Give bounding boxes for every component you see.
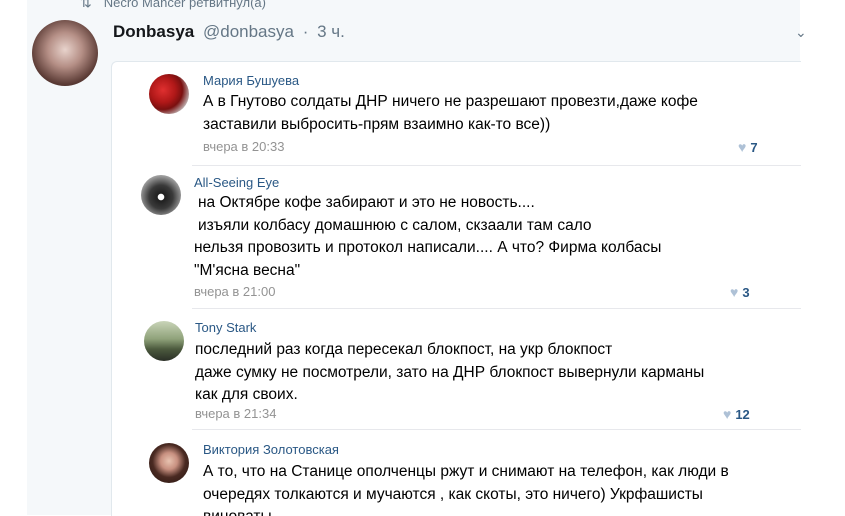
author-avatar[interactable] bbox=[32, 20, 98, 86]
comment-time[interactable]: вчера в 21:00 bbox=[194, 284, 275, 299]
comment-text-line: на Октябре кофе забирают и это не новост… bbox=[198, 194, 535, 211]
like-count: 3 bbox=[742, 285, 750, 300]
header-separator: · bbox=[302, 22, 309, 41]
comment-text-line: нельзя провозить и протокол написали....… bbox=[194, 239, 662, 256]
like-counter[interactable]: ♥ 12 bbox=[723, 406, 750, 422]
comment-text: на Октябре кофе забирают и это не новост… bbox=[194, 192, 661, 282]
comment-avatar[interactable] bbox=[141, 175, 181, 215]
comment-text-line: изъяли колбасу домашнюю с салом, скзаали… bbox=[198, 216, 592, 234]
comment-text: последний раз когда пересекал блокпост, … bbox=[195, 339, 704, 407]
chevron-down-icon[interactable]: ⌄ bbox=[795, 24, 807, 41]
comment-text: А в Гнутово солдаты ДНР ничего не разреш… bbox=[203, 91, 698, 136]
heart-icon: ♥ bbox=[723, 406, 732, 422]
retweet-label: Necro Mancer ретвитнул(а) bbox=[103, 0, 266, 10]
comment-text-line: "М'ясна весна" bbox=[194, 261, 301, 279]
comment-text-line: заставили выбросить-прям взаимно как-то … bbox=[203, 115, 551, 133]
author-name[interactable]: Donbasya bbox=[113, 22, 194, 41]
like-count: 12 bbox=[735, 407, 750, 422]
tweet-time[interactable]: 3 ч. bbox=[317, 22, 345, 41]
comment-text-line: последний раз когда пересекал блокпост, … bbox=[195, 341, 613, 358]
like-counter[interactable]: ♥ 3 bbox=[730, 284, 750, 300]
comment-author[interactable]: Мария Бушуева bbox=[203, 73, 299, 88]
comment-time[interactable]: вчера в 21:34 bbox=[195, 406, 276, 421]
comment-avatar[interactable] bbox=[149, 443, 189, 483]
author-handle[interactable]: @donbasya bbox=[203, 22, 294, 41]
comment-avatar[interactable] bbox=[149, 74, 189, 114]
comment-text-line: А то, что на Станице ополченцы ржут и сн… bbox=[203, 463, 729, 480]
comment-item: Tony Stark последний раз когда пересекал… bbox=[112, 309, 801, 429]
retweet-icon: ⇅ bbox=[80, 0, 92, 10]
comment-item: Мария Бушуева А в Гнутово солдаты ДНР ни… bbox=[112, 62, 801, 166]
like-counter[interactable]: ♥ 7 bbox=[738, 139, 758, 155]
comment-author[interactable]: All-Seeing Eye bbox=[194, 175, 279, 190]
comment-text-line: даже сумку не посмотрели, зато на ДНР бл… bbox=[195, 363, 705, 381]
heart-icon: ♥ bbox=[730, 284, 739, 300]
embedded-image-comments[interactable]: Мария Бушуева А в Гнутово солдаты ДНР ни… bbox=[111, 61, 801, 516]
comment-avatar[interactable] bbox=[144, 321, 184, 361]
tweet-header: Donbasya @donbasya · 3 ч. bbox=[113, 22, 345, 42]
comment-item: All-Seeing Eye на Октябре кофе забирают … bbox=[112, 166, 801, 307]
comment-text-line: как для своих. bbox=[195, 386, 298, 403]
comment-time[interactable]: вчера в 20:33 bbox=[203, 139, 284, 154]
heart-icon: ♥ bbox=[738, 139, 747, 155]
comment-text-line: очередях толкаются и мучаются , как скот… bbox=[203, 485, 703, 503]
comment-text-line: А в Гнутово солдаты ДНР ничего не разреш… bbox=[203, 93, 698, 110]
comment-item: Виктория Золотовская А то, что на Станиц… bbox=[112, 430, 801, 516]
retweet-context: ⇅ Necro Mancer ретвитнул(а) bbox=[80, 0, 266, 11]
comment-author[interactable]: Виктория Золотовская bbox=[203, 442, 339, 457]
comment-text: А то, что на Станице ополченцы ржут и сн… bbox=[203, 461, 729, 516]
comment-author[interactable]: Tony Stark bbox=[195, 320, 256, 335]
like-count: 7 bbox=[750, 140, 758, 155]
